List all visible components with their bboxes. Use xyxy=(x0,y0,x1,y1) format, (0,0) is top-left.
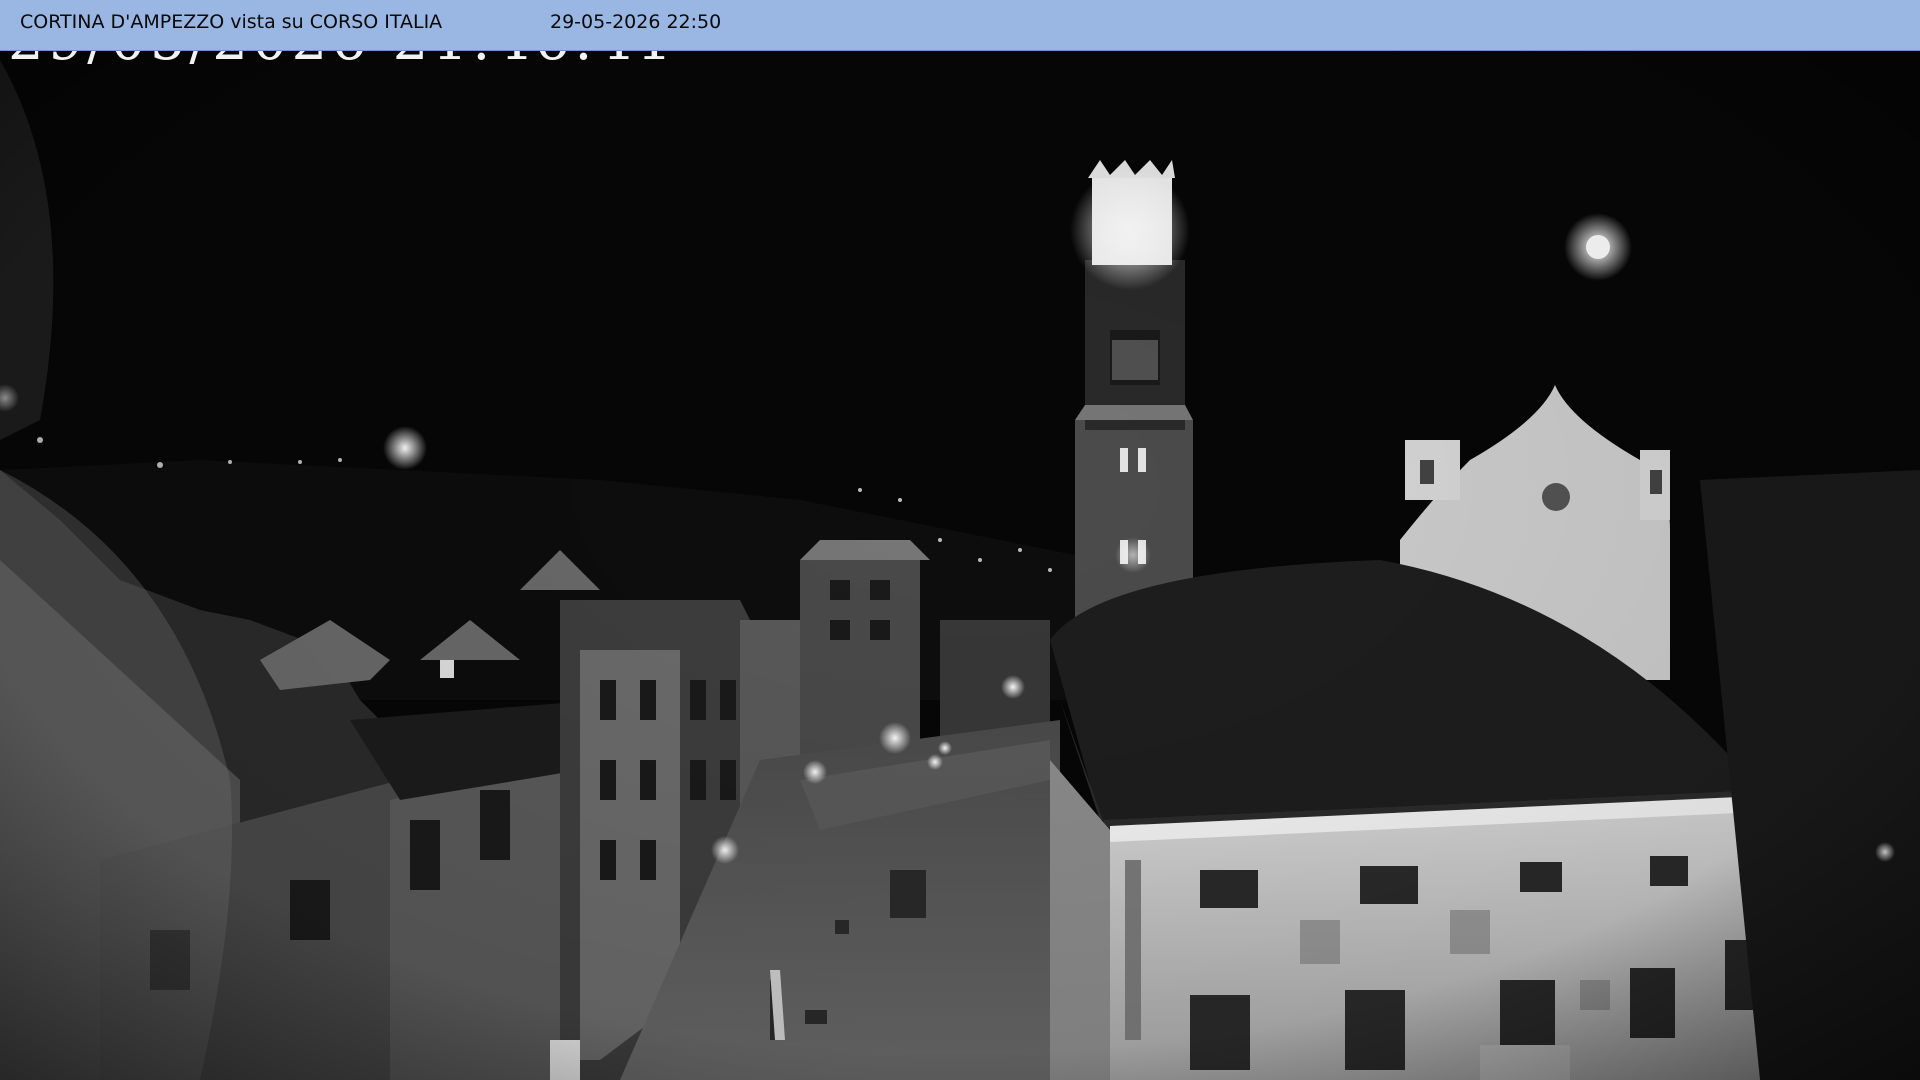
capture-datetime: 29-05-2026 22:50 xyxy=(550,11,722,33)
header-bar: CORTINA D'AMPEZZO vista su CORSO ITALIA … xyxy=(0,0,1920,51)
location-title: CORTINA D'AMPEZZO vista su CORSO ITALIA xyxy=(20,11,443,33)
webcam-night-image xyxy=(0,0,1920,1080)
webcam-page: 29/05/2026 21:46:41 CORTINA D'AMPEZZO vi… xyxy=(0,0,1920,1080)
